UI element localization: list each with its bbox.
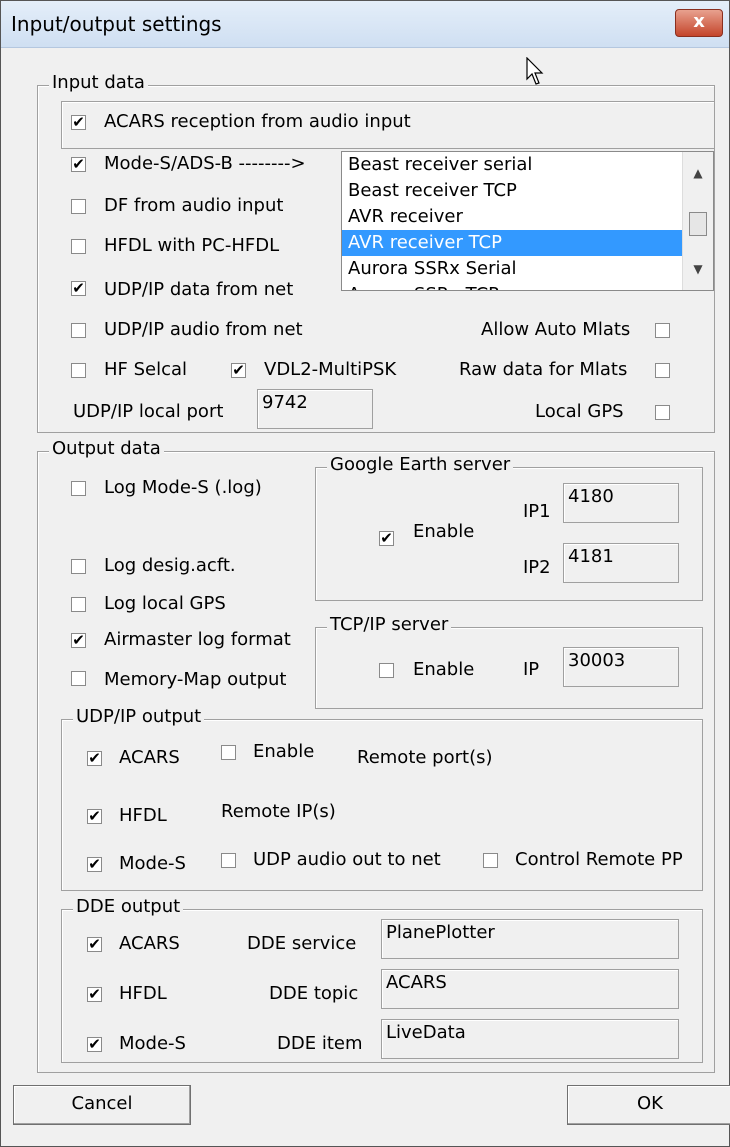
udp-hfdl-checkbox[interactable]: ✔ [87, 809, 102, 824]
dde-mode-s-checkbox[interactable]: ✔ [87, 1037, 102, 1052]
local-gps-label: Local GPS [535, 401, 624, 422]
allow-mlats-checkbox[interactable] [655, 323, 670, 338]
cancel-button[interactable]: Cancel [13, 1085, 191, 1125]
mode-s-checkbox[interactable]: ✔ [71, 157, 86, 172]
udp-output-label: UDP/IP output [73, 707, 205, 727]
dde-output-label: DDE output [73, 897, 184, 917]
tcp-enable-checkbox[interactable] [379, 663, 394, 678]
udp-enable-label: Enable [253, 741, 315, 762]
google-earth-enable-label: Enable [413, 521, 475, 542]
list-item[interactable]: Beast receiver serial [342, 152, 682, 178]
hf-selcal-label: HF Selcal [104, 359, 188, 380]
airmaster-label: Airmaster log format [104, 629, 291, 650]
list-scrollbar[interactable]: ▲ ▼ [682, 152, 713, 290]
raw-mlats-checkbox[interactable] [655, 363, 670, 378]
ip1-field[interactable]: 4180 [563, 483, 679, 523]
log-gps-checkbox[interactable] [71, 597, 86, 612]
ip2-field[interactable]: 4181 [563, 543, 679, 583]
log-desig-checkbox[interactable] [71, 559, 86, 574]
output-data-label: Output data [49, 439, 164, 459]
receiver-type-listbox[interactable]: Beast receiver serial Beast receiver TCP… [341, 151, 714, 291]
close-button[interactable]: x [675, 9, 723, 37]
hfdl-label: HFDL with PC-HFDL [104, 235, 280, 256]
log-desig-label: Log desig.acft. [104, 555, 236, 576]
df-audio-checkbox[interactable] [71, 199, 86, 214]
list-item[interactable]: Aurora SSRx Serial [342, 256, 682, 282]
memory-map-label: Memory-Map output [104, 669, 287, 690]
dde-item-field[interactable]: LiveData [381, 1019, 679, 1059]
hfdl-checkbox[interactable] [71, 239, 86, 254]
mouse-cursor-icon [526, 57, 544, 85]
local-gps-checkbox[interactable] [655, 405, 670, 420]
log-mode-s-checkbox[interactable] [71, 481, 86, 496]
ok-button[interactable]: OK [567, 1085, 730, 1125]
udp-data-label: UDP/IP data from net [104, 279, 294, 300]
vdl2-checkbox[interactable]: ✔ [231, 363, 246, 378]
udp-port-label: UDP/IP local port [73, 401, 224, 422]
title-bar[interactable]: Input/output settings x [1, 1, 729, 48]
google-earth-enable-checkbox[interactable]: ✔ [379, 531, 394, 546]
airmaster-checkbox[interactable]: ✔ [71, 633, 86, 648]
google-earth-label: Google Earth server [327, 455, 514, 475]
udp-port-field[interactable]: 9742 [257, 389, 373, 429]
log-mode-s-label: Log Mode-S (.log) [104, 477, 262, 498]
allow-mlats-label: Allow Auto Mlats [481, 319, 631, 340]
udp-audio-out-checkbox[interactable] [221, 853, 236, 868]
udp-acars-label: ACARS [119, 747, 180, 768]
list-item-selected[interactable]: AVR receiver TCP [342, 230, 682, 256]
tcp-ip-field[interactable]: 30003 [563, 647, 679, 687]
dde-service-field[interactable]: PlanePlotter [381, 919, 679, 959]
list-item[interactable]: AVR receiver [342, 204, 682, 230]
tcp-ip-label: IP [523, 659, 540, 680]
scroll-thumb[interactable] [689, 212, 707, 236]
remote-ips-label: Remote IP(s) [221, 801, 336, 822]
scroll-down-icon[interactable]: ▼ [683, 262, 713, 276]
dde-service-label: DDE service [247, 933, 357, 954]
udp-audio-label: UDP/IP audio from net [104, 319, 303, 340]
dde-topic-label: DDE topic [269, 983, 359, 1004]
dde-acars-checkbox[interactable]: ✔ [87, 937, 102, 952]
input-data-label: Input data [49, 73, 148, 93]
window-title: Input/output settings [11, 12, 222, 36]
ip2-label: IP2 [523, 557, 551, 578]
dde-topic-field[interactable]: ACARS [381, 969, 679, 1009]
raw-mlats-label: Raw data for Mlats [459, 359, 628, 380]
memory-map-checkbox[interactable] [71, 671, 86, 686]
tcp-server-label: TCP/IP server [327, 615, 452, 635]
acars-audio-label: ACARS reception from audio input [104, 111, 411, 132]
dde-hfdl-label: HFDL [119, 983, 167, 1004]
receiver-list: Beast receiver serial Beast receiver TCP… [342, 152, 682, 290]
udp-data-checkbox[interactable]: ✔ [71, 281, 86, 296]
remote-ports-label: Remote port(s) [357, 747, 493, 768]
scroll-up-icon[interactable]: ▲ [683, 166, 713, 180]
settings-window: Input/output settings x Input data ✔ ACA… [0, 0, 730, 1147]
udp-audio-checkbox[interactable] [71, 323, 86, 338]
ip1-label: IP1 [523, 501, 551, 522]
control-remote-checkbox[interactable] [483, 853, 498, 868]
acars-audio-checkbox[interactable]: ✔ [71, 115, 86, 130]
control-remote-label: Control Remote PP [515, 849, 683, 870]
tcp-enable-label: Enable [413, 659, 475, 680]
dde-item-label: DDE item [277, 1033, 363, 1054]
udp-acars-checkbox[interactable]: ✔ [87, 751, 102, 766]
udp-mode-s-checkbox[interactable]: ✔ [87, 857, 102, 872]
log-gps-label: Log local GPS [104, 593, 226, 614]
dde-hfdl-checkbox[interactable]: ✔ [87, 987, 102, 1002]
udp-enable-checkbox[interactable] [221, 745, 236, 760]
udp-audio-out-label: UDP audio out to net [253, 849, 441, 870]
udp-hfdl-label: HFDL [119, 805, 167, 826]
vdl2-label: VDL2-MultiPSK [264, 359, 397, 380]
hf-selcal-checkbox[interactable] [71, 363, 86, 378]
udp-mode-s-label: Mode-S [119, 853, 186, 874]
list-item[interactable]: Beast receiver TCP [342, 178, 682, 204]
df-audio-label: DF from audio input [104, 195, 284, 216]
list-item[interactable]: Aurora SSRx TCP [342, 282, 682, 290]
dde-acars-label: ACARS [119, 933, 180, 954]
mode-s-label: Mode-S/ADS-B --------> [104, 153, 306, 174]
dde-mode-s-label: Mode-S [119, 1033, 186, 1054]
